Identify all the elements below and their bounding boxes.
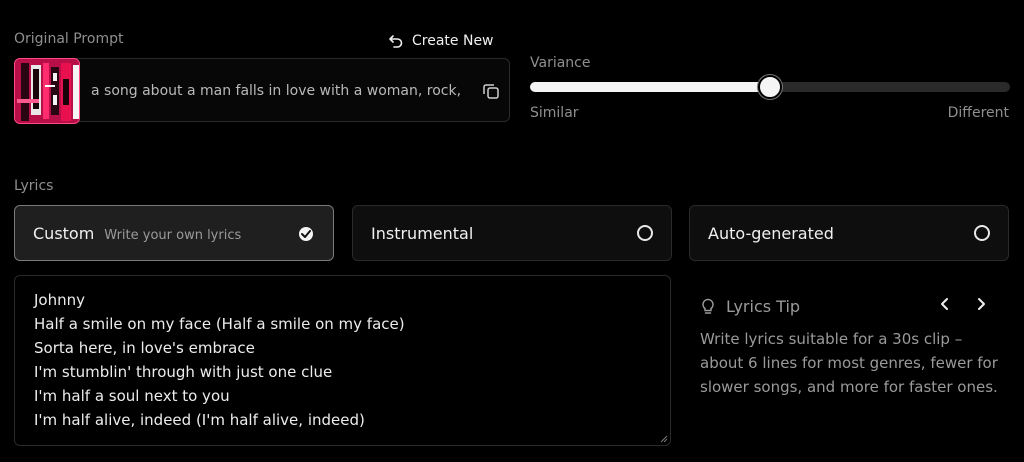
variance-slider-fill — [530, 82, 770, 92]
cover-art-thumbnail — [14, 58, 80, 124]
lyrics-tip-title: Lyrics Tip — [726, 297, 801, 316]
create-new-button[interactable]: Create New — [388, 33, 494, 49]
lyrics-line: Johnny — [34, 291, 85, 309]
lyrics-option-instrumental[interactable]: Instrumental — [352, 205, 672, 261]
prompt-box: a song about a man falls in love with a … — [14, 58, 510, 124]
variance-label: Variance — [530, 55, 591, 71]
lyrics-line: I'm half alive, indeed (I'm half alive, … — [34, 411, 365, 429]
lyrics-line: Half a smile on my face (Half a smile on… — [34, 315, 405, 333]
copy-icon[interactable] — [481, 81, 501, 101]
custom-option-subtitle: Write your own lyrics — [104, 228, 242, 243]
chevron-left-icon[interactable] — [936, 295, 954, 313]
auto-generated-option-title: Auto-generated — [708, 224, 834, 243]
lyrics-line: I'm half a soul next to you — [34, 387, 230, 405]
lightbulb-icon — [702, 298, 714, 314]
lyrics-option-custom[interactable]: Custom Write your own lyrics — [14, 205, 334, 261]
lyrics-label: Lyrics — [14, 178, 54, 194]
create-new-label: Create New — [412, 33, 494, 49]
original-prompt-label: Original Prompt — [14, 31, 124, 47]
instrumental-option-title: Instrumental — [371, 224, 474, 243]
undo-icon — [389, 35, 403, 48]
variance-max-label: Different — [947, 105, 1009, 121]
variance-slider-thumb[interactable] — [758, 75, 782, 99]
lyrics-option-auto-generated[interactable]: Auto-generated — [689, 205, 1009, 261]
lyrics-tip-body: Write lyrics suitable for a 30s clip – a… — [700, 330, 998, 396]
lyrics-line: I'm stumblin' through with just one clue — [34, 363, 333, 381]
custom-option-title: Custom — [33, 224, 95, 243]
resize-handle-icon[interactable] — [660, 435, 668, 443]
radio-icon — [637, 225, 653, 241]
checkmark-icon — [299, 227, 313, 241]
radio-icon — [974, 225, 990, 241]
lyrics-tip-header: Lyrics Tip — [700, 297, 800, 316]
variance-min-label: Similar — [530, 105, 579, 121]
lyrics-line: Sorta here, in love's embrace — [34, 339, 255, 357]
chevron-right-icon[interactable] — [972, 295, 990, 313]
prompt-text: a song about a man falls in love with a … — [91, 83, 462, 99]
lyrics-textarea[interactable]: Johnny Half a smile on my face (Half a s… — [14, 275, 671, 446]
